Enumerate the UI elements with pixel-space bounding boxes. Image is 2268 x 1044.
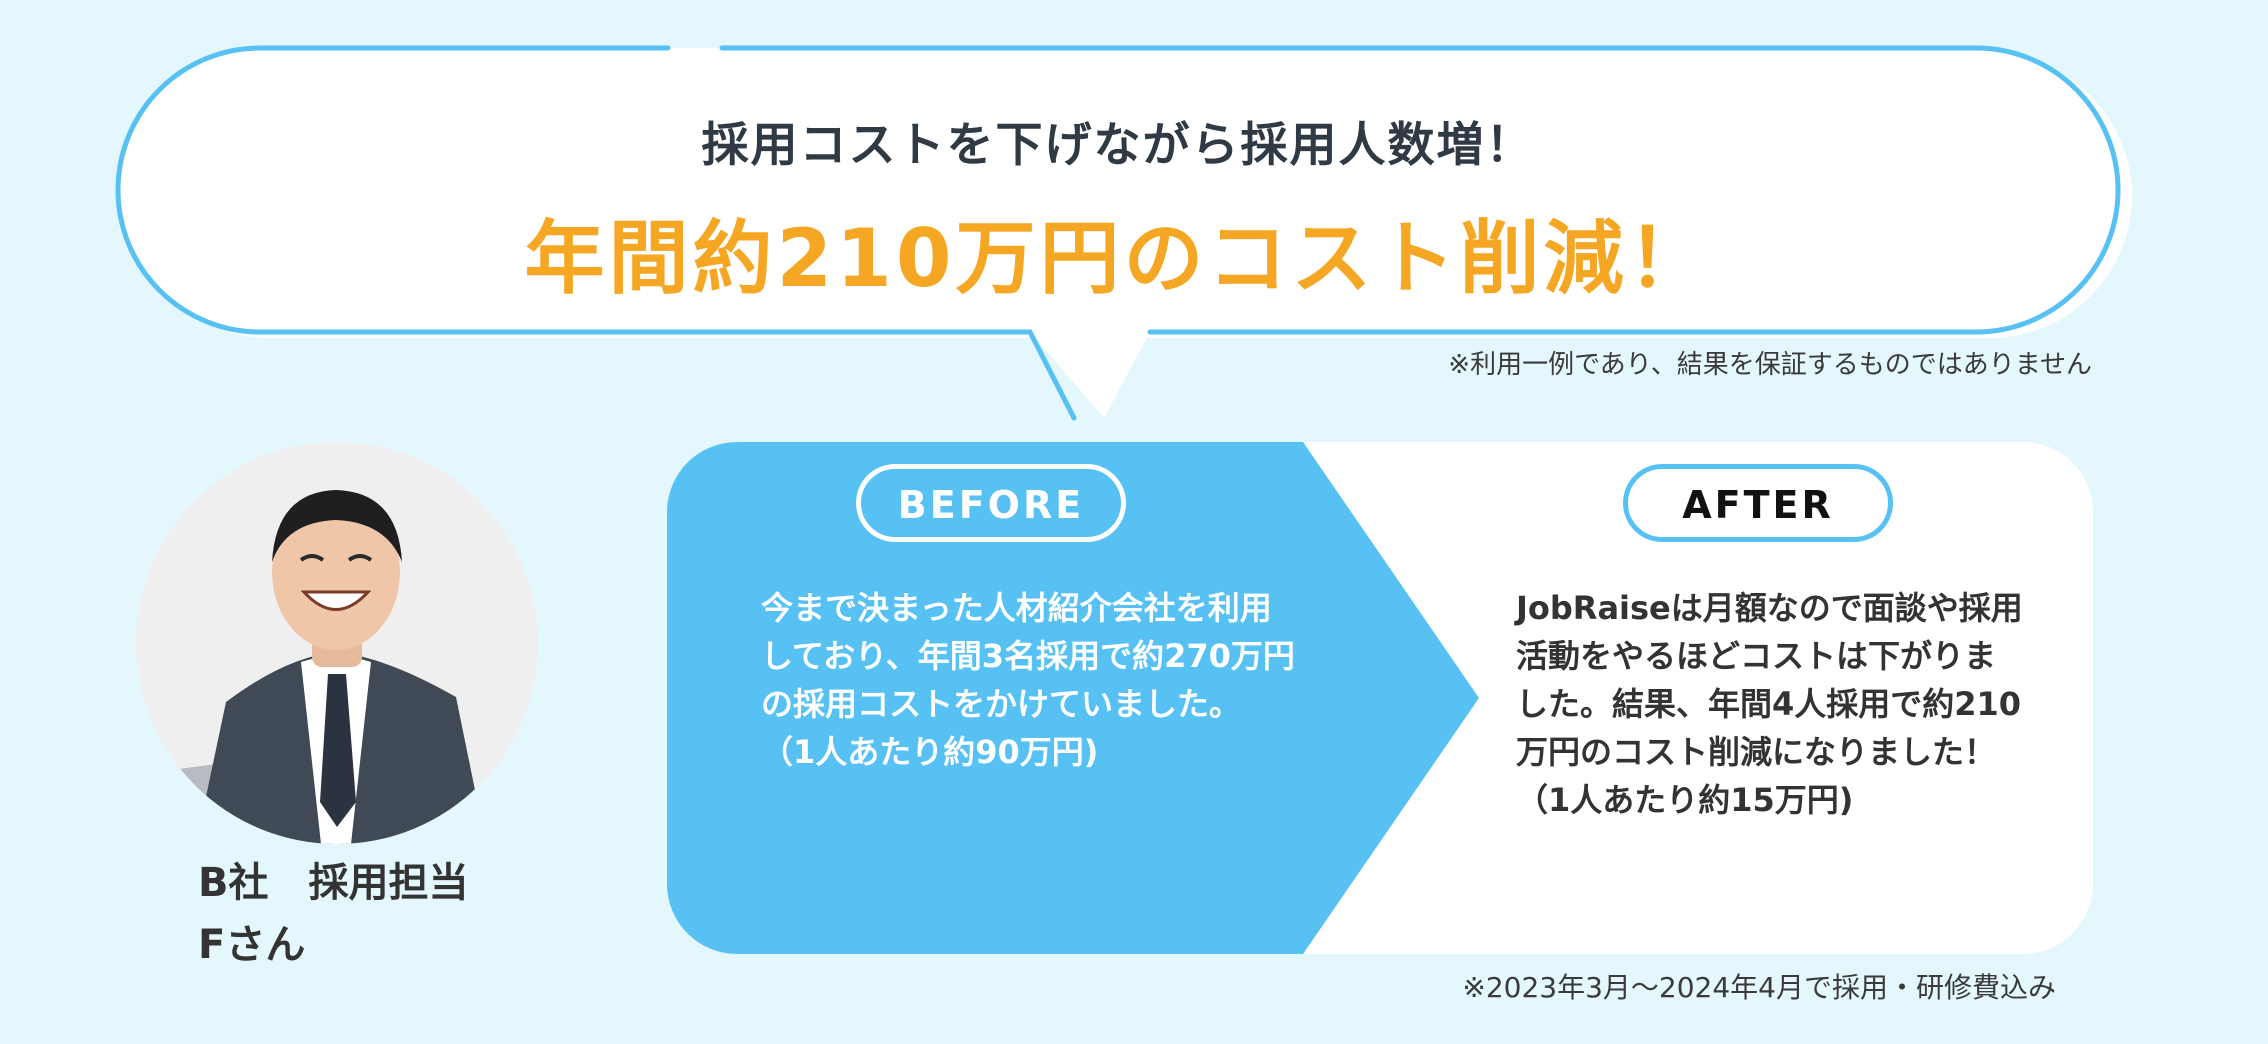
subheadline: 採用コストを下げながら採用人数増！ [701, 118, 1535, 173]
before-description: 今まで決まった人材紹介会社を利用 しており、年間3名採用で約270万円 の採用コ… [761, 589, 1295, 771]
person-name: Fさん [198, 922, 306, 968]
bottom-disclaimer: ※2023年3月〜2024年4月で採用・研修費込み [1462, 971, 2056, 1004]
after-description: JobRaiseは月額なので面談や採用 活動をやるほどコストは下がりま した。結… [1516, 589, 2023, 819]
before-label: BEFORE [856, 464, 1126, 542]
after-label: AFTER [1623, 464, 1893, 542]
speech-bubble-content: 採用コストを下げながら採用人数増！ 年間約210万円のコスト削減！ [118, 46, 2118, 336]
person-label: B社 採用担当 Fさん [198, 852, 469, 976]
person-photo-icon [136, 442, 538, 844]
comparison-card: BEFORE 今まで決まった人材紹介会社を利用 しており、年間3名採用で約270… [667, 442, 2093, 954]
top-disclaimer: ※利用一例であり、結果を保証するものではありません [1448, 350, 2092, 380]
headline: 年間約210万円のコスト削減！ [524, 212, 1712, 305]
person-company-role: B社 採用担当 [198, 860, 469, 906]
person-photo [136, 442, 538, 844]
